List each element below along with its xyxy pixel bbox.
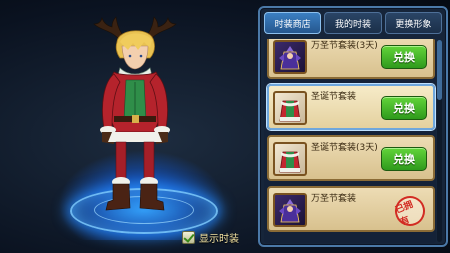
item-name: 万圣节套装 <box>311 194 357 204</box>
tab-change-appearance[interactable]: 更换形象 <box>384 12 442 34</box>
show-costume-checkbox[interactable] <box>182 230 195 244</box>
christmas-costume-icon <box>273 91 307 125</box>
list-item[interactable]: 万圣节套装(3天) 兑换 <box>267 39 435 79</box>
list-item[interactable]: 圣诞节套装(3天) 兑换 <box>267 135 435 181</box>
list-scrollbar[interactable] <box>437 40 442 242</box>
tab-costume-shop[interactable]: 时装商店 <box>264 12 322 34</box>
tab-my-costumes[interactable]: 我的时装 <box>324 12 382 34</box>
item-name: 圣诞节套装 <box>311 92 357 102</box>
exchange-button[interactable]: 兑换 <box>381 147 427 171</box>
owned-stamp: 已拥有 <box>390 191 430 231</box>
exchange-button[interactable]: 兑换 <box>381 45 427 69</box>
show-costume-toggle[interactable]: 显示时装 <box>182 229 239 245</box>
character-model[interactable] <box>70 12 200 222</box>
item-name: 圣诞节套装(3天) <box>311 143 378 153</box>
halloween-costume-icon <box>273 193 307 227</box>
list-item[interactable]: 圣诞节套装 兑换 <box>267 84 435 130</box>
list-item[interactable]: 万圣节套装 已拥有 <box>267 186 435 232</box>
costume-tabs: 时装商店 我的时装 更换形象 <box>264 12 442 36</box>
halloween-costume-icon <box>273 40 307 74</box>
scrollbar-thumb[interactable] <box>437 40 442 100</box>
christmas-costume-icon <box>273 142 307 176</box>
exchange-button[interactable]: 兑换 <box>381 96 427 120</box>
item-name: 万圣节套装(3天) <box>311 41 378 51</box>
costume-panel: 时装商店 我的时装 更换形象 万圣节套装(3天) 兑换 圣诞节套装 兑换 圣诞节… <box>258 6 448 247</box>
costume-list[interactable]: 万圣节套装(3天) 兑换 圣诞节套装 兑换 圣诞节套装(3天) 兑换 万圣节套装… <box>264 39 436 243</box>
show-costume-label: 显示时装 <box>199 233 239 245</box>
character-preview-stage <box>0 0 258 253</box>
